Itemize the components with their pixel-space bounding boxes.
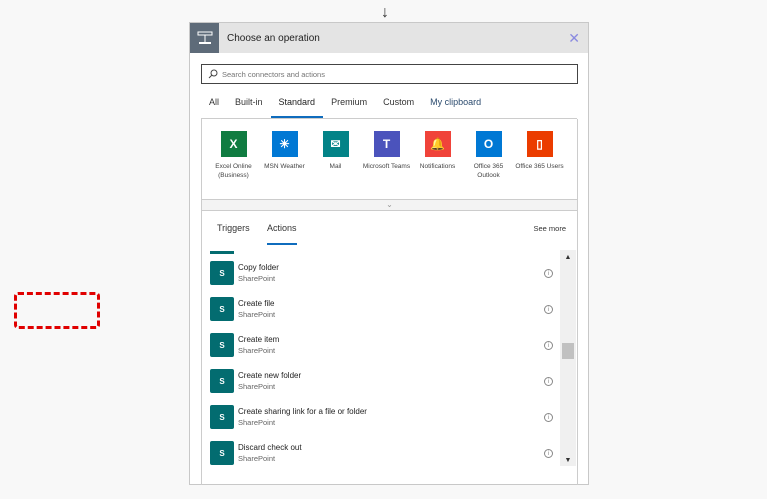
connector-label: MSN Weather	[264, 163, 305, 170]
scroll-down-icon[interactable]: ▼	[560, 457, 576, 464]
search-input[interactable]	[222, 69, 577, 79]
connector-icon: 🔔	[424, 131, 451, 157]
connector-label: Office 365 Outlook	[473, 163, 504, 179]
action-item[interactable]: S Create file SharePoint i	[210, 294, 555, 324]
connector-icon: X	[220, 131, 247, 157]
search-box[interactable]	[201, 64, 578, 84]
info-icon[interactable]: i	[544, 412, 553, 422]
choose-operation-card: Choose an operation ✕ All Built-in Stand…	[189, 22, 589, 485]
action-connector: SharePoint	[238, 382, 276, 391]
action-name: Create sharing link for a file or folder	[238, 407, 367, 416]
action-connector: SharePoint	[238, 310, 276, 319]
scrollbar[interactable]: ▲ ▼	[560, 250, 576, 466]
sharepoint-icon: S	[210, 261, 234, 285]
tab-actions[interactable]: Actions	[267, 223, 297, 245]
connector-label: Microsoft Teams	[362, 163, 411, 170]
search-icon	[208, 69, 218, 79]
tab-all[interactable]: All	[201, 89, 227, 118]
collapse-chevron-icon[interactable]: ⌄	[201, 199, 578, 211]
scroll-up-icon[interactable]: ▲	[560, 254, 576, 261]
sharepoint-icon: S	[210, 333, 234, 357]
partial-item	[210, 251, 234, 254]
action-name: Create item	[238, 335, 280, 344]
connector-label: Mail	[329, 163, 342, 170]
tab-custom[interactable]: Custom	[375, 89, 422, 118]
sharepoint-icon: S	[210, 297, 234, 321]
actions-panel: Triggers Actions See more S Copy folder Sh…	[201, 211, 578, 485]
info-icon[interactable]: i	[544, 304, 553, 314]
sharepoint-icon: S	[210, 441, 234, 465]
connector-label: Office 365 Users	[515, 163, 564, 170]
connector-icon: ✉	[322, 131, 349, 157]
action-connector: SharePoint	[238, 418, 276, 427]
card-title: Choose an operation	[227, 32, 320, 44]
action-name: Discard check out	[238, 443, 302, 452]
operation-icon	[190, 23, 219, 53]
connector-icon: ☀	[271, 131, 298, 157]
action-connector: SharePoint	[238, 454, 276, 463]
tab-my-clipboard[interactable]: My clipboard	[422, 89, 489, 118]
action-connector: SharePoint	[238, 274, 276, 283]
flow-arrow-icon: ↓	[381, 4, 389, 21]
highlight-create-file	[14, 292, 100, 329]
connector-label: Excel Online (Business)	[215, 163, 252, 179]
tab-standard[interactable]: Standard	[270, 89, 324, 118]
scroll-thumb[interactable]	[562, 343, 574, 359]
info-icon[interactable]: i	[544, 340, 553, 350]
info-icon[interactable]: i	[544, 448, 553, 458]
action-item[interactable]: S Copy folder SharePoint i	[210, 258, 555, 288]
tab-built-in[interactable]: Built-in	[227, 89, 271, 118]
close-icon[interactable]: ✕	[568, 30, 580, 47]
action-name: Create file	[238, 299, 275, 308]
action-item[interactable]: S Create item SharePoint i	[210, 330, 555, 360]
connector-grid: X Excel Online (Business) ☀ MSN Weather ✉ Mai…	[201, 119, 578, 211]
see-more-link[interactable]: See more	[533, 224, 566, 233]
sharepoint-icon: S	[210, 369, 234, 393]
action-item[interactable]: S Create new folder SharePoint i	[210, 366, 555, 396]
info-icon[interactable]: i	[544, 376, 553, 386]
card-header: Choose an operation ✕	[190, 23, 588, 53]
sharepoint-icon: S	[210, 405, 234, 429]
tab-premium[interactable]: Premium	[323, 89, 375, 118]
connector-icon: O	[475, 131, 502, 157]
connector-icon: ▯	[526, 131, 553, 157]
action-name: Create new folder	[238, 371, 302, 380]
action-connector: SharePoint	[238, 346, 276, 355]
action-name: Copy folder	[238, 263, 279, 272]
info-icon[interactable]: i	[544, 268, 553, 278]
connector-label: Notifications	[419, 163, 456, 170]
action-item[interactable]: S Create sharing link for a file or folde…	[210, 402, 555, 432]
action-item[interactable]: S Discard check out SharePoint i	[210, 438, 555, 468]
tab-triggers[interactable]: Triggers	[217, 223, 250, 233]
category-tabs: All Built-in Standard Premium Custom My …	[201, 89, 577, 119]
action-list: S Copy folder SharePoint i S Create file Share…	[202, 251, 560, 469]
connector-icon: T	[373, 131, 400, 157]
